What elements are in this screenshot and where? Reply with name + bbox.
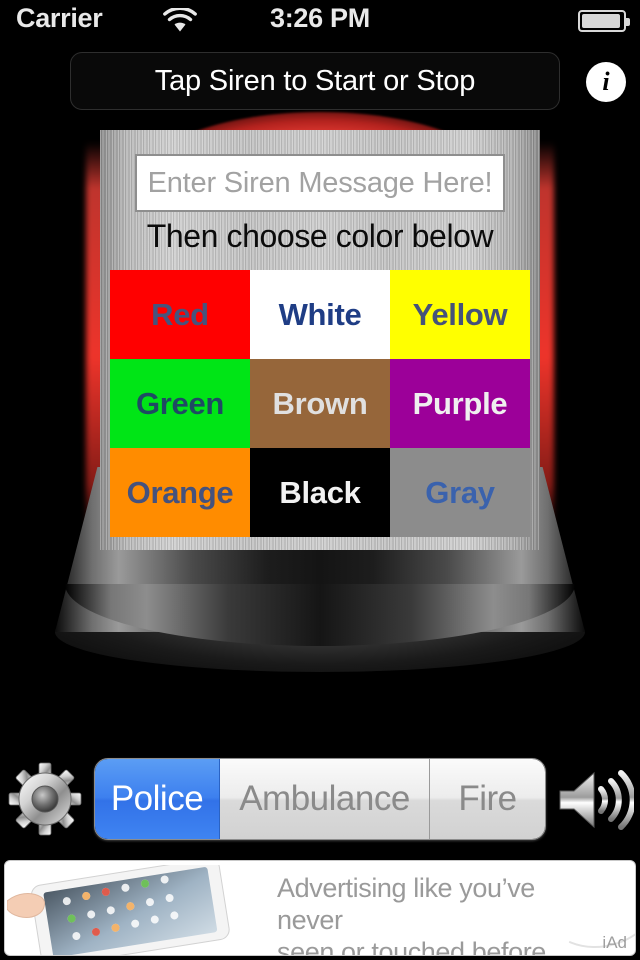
page-title: Tap Siren to Start or Stop: [154, 64, 476, 97]
color-option-yellow[interactable]: Yellow: [390, 270, 530, 359]
color-label: Purple: [412, 385, 508, 421]
speaker-icon[interactable]: [554, 764, 636, 836]
clock-label: 3:26 PM: [270, 3, 370, 33]
color-label: Brown: [272, 385, 368, 421]
segment-ambulance[interactable]: Ambulance: [220, 759, 430, 839]
ipad-icon: [6, 861, 257, 955]
color-label: Gray: [425, 474, 495, 510]
ad-copy-line2: seen or touched before.: [277, 936, 554, 956]
color-label: White: [278, 296, 362, 332]
iad-label: iAd: [602, 933, 627, 952]
color-label: Orange: [126, 474, 234, 510]
siren-message-placeholder: Enter Siren Message Here!: [147, 166, 493, 199]
ad-banner[interactable]: Advertising like you’ve never seen or to…: [4, 860, 636, 956]
info-button[interactable]: i: [586, 62, 626, 102]
color-option-red[interactable]: Red: [110, 270, 250, 359]
color-grid: Red White Yellow Green Brown Purple Oran…: [110, 270, 530, 537]
color-option-brown[interactable]: Brown: [250, 359, 390, 448]
siren-display-panel: Enter Siren Message Here! Then choose co…: [100, 130, 540, 550]
header-banner: Tap Siren to Start or Stop: [70, 52, 560, 110]
bottom-toolbar: Police Ambulance Fire: [0, 748, 640, 852]
info-icon: i: [602, 67, 610, 96]
color-option-orange[interactable]: Orange: [110, 448, 250, 537]
color-option-purple[interactable]: Purple: [390, 359, 530, 448]
color-option-gray[interactable]: Gray: [390, 448, 530, 537]
color-label: Green: [135, 385, 225, 421]
color-option-white[interactable]: White: [250, 270, 390, 359]
battery-icon: [578, 10, 630, 32]
siren-type-segmented-control[interactable]: Police Ambulance Fire: [94, 758, 546, 840]
siren-graphic[interactable]: Enter Siren Message Here! Then choose co…: [0, 112, 640, 672]
color-option-green[interactable]: Green: [110, 359, 250, 448]
status-bar: Carrier 3:26 PM: [0, 0, 640, 40]
segment-label: Ambulance: [239, 779, 410, 818]
panel-subtitle: Then choose color below: [146, 218, 494, 254]
segment-police[interactable]: Police: [95, 759, 220, 839]
app-screen: Carrier 3:26 PM Tap Siren to Start or St…: [0, 0, 640, 960]
color-option-black[interactable]: Black: [250, 448, 390, 537]
color-label: Yellow: [412, 296, 508, 332]
segment-label: Police: [110, 779, 204, 818]
color-label: Red: [151, 296, 209, 332]
segment-label: Fire: [458, 779, 517, 818]
color-label: Black: [279, 474, 361, 510]
siren-message-input[interactable]: Enter Siren Message Here!: [135, 154, 505, 212]
segment-fire[interactable]: Fire: [430, 759, 545, 839]
gear-icon[interactable]: [6, 760, 84, 838]
